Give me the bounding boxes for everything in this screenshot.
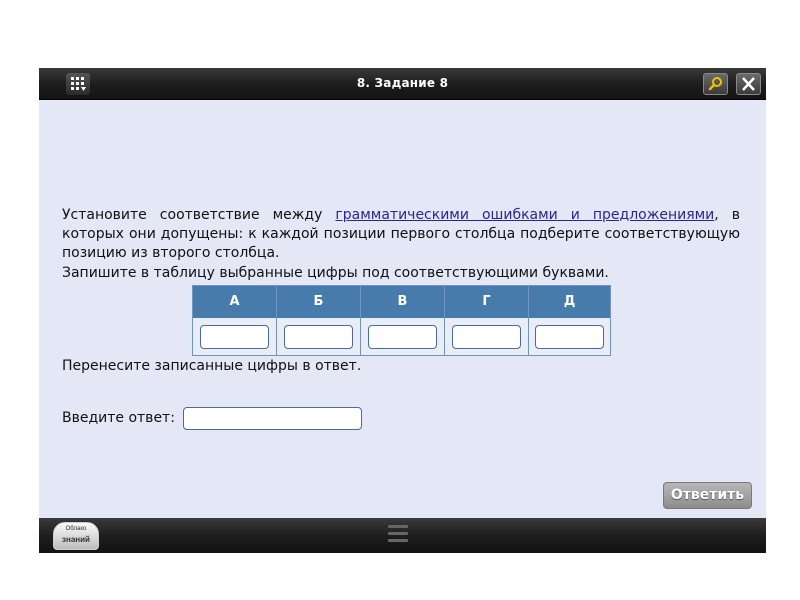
table-header-a: А (229, 294, 240, 309)
title-bar: 8. Задание 8 (39, 68, 766, 100)
column-divider (528, 286, 529, 355)
bottom-bar: Облако знаний (39, 518, 766, 553)
table-input-v[interactable] (368, 325, 437, 349)
column-divider (360, 286, 361, 355)
oblako-znaniy-logo[interactable]: Облако знаний (53, 522, 99, 550)
window-title: 8. Задание 8 (356, 76, 449, 90)
task-content: Установите соответствие между грамматиче… (39, 100, 766, 518)
answer-label: Введите ответ: (62, 410, 175, 426)
transfer-instruction: Перенесите записанные цифры в ответ. (62, 358, 362, 374)
search-icon (708, 77, 722, 91)
submit-button[interactable]: Ответить (663, 482, 752, 509)
table-instruction: Запишите в таблицу выбранные цифры под с… (62, 265, 609, 281)
table-input-b[interactable] (284, 325, 353, 349)
close-button[interactable] (736, 73, 761, 95)
search-button[interactable] (703, 73, 728, 95)
table-input-d[interactable] (535, 325, 604, 349)
table-header-v: В (397, 294, 408, 309)
close-icon (742, 77, 755, 91)
column-divider (276, 286, 277, 355)
task-window: 8. Задание 8 Установите соответствие меж… (39, 68, 766, 553)
table-input-a[interactable] (200, 325, 269, 349)
table-input-g[interactable] (452, 325, 521, 349)
table-header-b: Б (313, 294, 324, 309)
logo-text-top: Облако (65, 526, 87, 532)
table-header-d: Д (563, 294, 576, 309)
column-divider (444, 286, 445, 355)
task-instruction: Установите соответствие между грамматиче… (62, 206, 740, 263)
answer-input[interactable] (183, 407, 362, 430)
instruction-link[interactable]: грамматическими ошибками и предложениями (335, 207, 714, 223)
instruction-text: Установите соответствие между (62, 207, 336, 223)
logo-text-bottom: знаний (62, 535, 90, 544)
drag-handle-icon[interactable] (388, 525, 408, 544)
table-header-g: Г (482, 294, 491, 309)
answer-table: А Б В Г Д (192, 285, 611, 356)
